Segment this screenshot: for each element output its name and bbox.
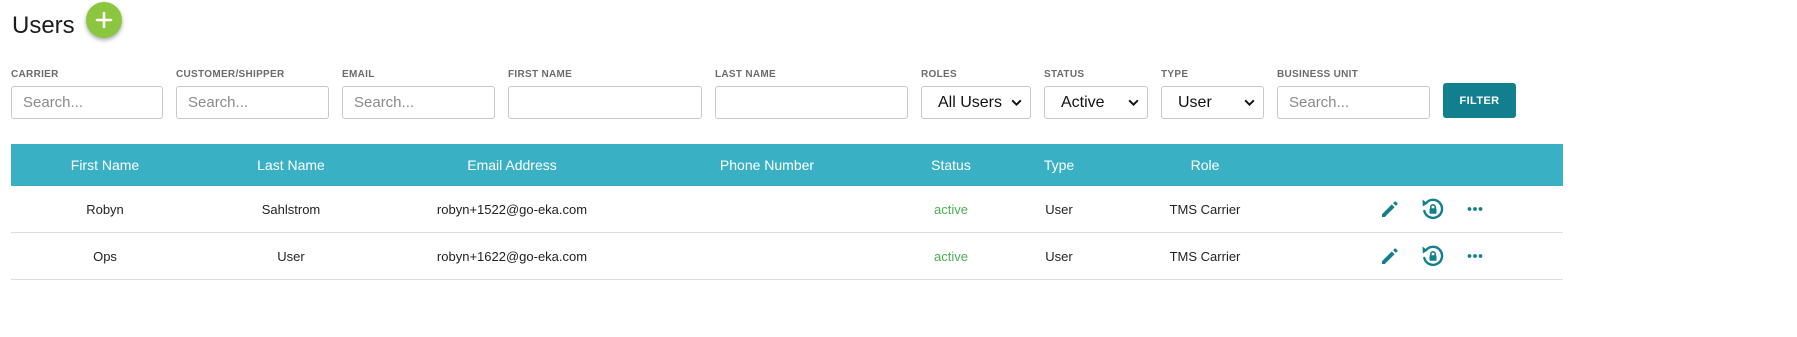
last-name-filter: LAST NAME xyxy=(715,68,908,119)
reset-password-button[interactable] xyxy=(1420,196,1446,222)
roles-label: ROLES xyxy=(921,69,957,80)
edit-button[interactable] xyxy=(1378,244,1402,268)
reset-password-lock-icon xyxy=(1422,245,1444,267)
cell-role: TMS Carrier xyxy=(1169,202,1241,217)
cell-status: active xyxy=(934,249,968,264)
column-header-first-name[interactable]: First Name xyxy=(71,157,139,173)
type-select[interactable]: User xyxy=(1161,86,1264,119)
page-header: Users xyxy=(12,6,75,46)
chevron-down-icon xyxy=(1128,99,1139,107)
table-row[interactable]: Robyn Sahlstrom robyn+1522@go-eka.com ac… xyxy=(11,186,1563,233)
customer-shipper-filter: CUSTOMER/SHIPPER xyxy=(176,68,329,119)
roles-selected-value: All Users xyxy=(938,93,1003,111)
more-actions-button[interactable] xyxy=(1463,197,1487,221)
chevron-down-icon xyxy=(1011,99,1022,107)
users-table: First Name Last Name Email Address Phone… xyxy=(11,144,1563,280)
business-unit-label: BUSINESS UNIT xyxy=(1277,69,1359,80)
business-unit-filter: BUSINESS UNIT xyxy=(1277,68,1430,119)
cell-role: TMS Carrier xyxy=(1169,249,1241,264)
cell-type: User xyxy=(1045,249,1073,264)
business-unit-search-input[interactable] xyxy=(1277,86,1430,119)
customer-shipper-search-input[interactable] xyxy=(176,86,329,119)
more-horizontal-icon xyxy=(1467,254,1483,258)
first-name-label: FIRST NAME xyxy=(508,69,573,80)
last-name-label: LAST NAME xyxy=(715,69,777,80)
filter-bar: CARRIER CUSTOMER/SHIPPER EMAIL FIRST NAM… xyxy=(0,68,1797,128)
column-header-role[interactable]: Role xyxy=(1191,157,1220,173)
add-user-button[interactable] xyxy=(86,2,122,38)
status-select[interactable]: Active xyxy=(1044,86,1148,119)
cell-type: User xyxy=(1045,202,1073,217)
email-label: EMAIL xyxy=(342,69,375,80)
table-row[interactable]: Ops User robyn+1622@go-eka.com active Us… xyxy=(11,233,1563,280)
first-name-input[interactable] xyxy=(508,86,702,119)
more-actions-button[interactable] xyxy=(1463,244,1487,268)
last-name-input[interactable] xyxy=(715,86,908,119)
cell-email: robyn+1522@go-eka.com xyxy=(436,202,588,217)
carrier-label: CARRIER xyxy=(11,69,59,80)
column-header-status[interactable]: Status xyxy=(931,157,971,173)
table-header: First Name Last Name Email Address Phone… xyxy=(11,144,1563,186)
cell-last-name: Sahlstrom xyxy=(261,202,321,217)
reset-password-lock-icon xyxy=(1422,198,1444,220)
chevron-down-icon xyxy=(1244,99,1255,107)
reset-password-button[interactable] xyxy=(1420,243,1446,269)
filter-button[interactable]: FILTER xyxy=(1443,83,1516,118)
email-filter: EMAIL xyxy=(342,68,495,119)
cell-email: robyn+1622@go-eka.com xyxy=(436,249,588,264)
pencil-icon xyxy=(1382,248,1398,264)
carrier-search-input[interactable] xyxy=(11,86,163,119)
cell-first-name: Ops xyxy=(93,249,117,264)
customer-shipper-label: CUSTOMER/SHIPPER xyxy=(176,69,285,80)
type-filter: TYPE User xyxy=(1161,68,1264,119)
email-search-input[interactable] xyxy=(342,86,495,119)
first-name-filter: FIRST NAME xyxy=(508,68,702,119)
carrier-filter: CARRIER xyxy=(11,68,163,119)
cell-status: active xyxy=(934,202,968,217)
roles-filter: ROLES All Users xyxy=(921,68,1031,119)
roles-select[interactable]: All Users xyxy=(921,86,1031,119)
column-header-email[interactable]: Email Address xyxy=(467,157,556,173)
more-horizontal-icon xyxy=(1467,207,1483,211)
plus-icon xyxy=(95,11,113,29)
column-header-last-name[interactable]: Last Name xyxy=(257,157,325,173)
edit-button[interactable] xyxy=(1378,197,1402,221)
status-filter: STATUS Active xyxy=(1044,68,1148,119)
type-selected-value: User xyxy=(1178,93,1212,111)
cell-first-name: Robyn xyxy=(86,202,124,217)
column-header-phone[interactable]: Phone Number xyxy=(720,157,814,173)
status-label: STATUS xyxy=(1044,69,1085,80)
cell-last-name: User xyxy=(277,249,305,264)
status-selected-value: Active xyxy=(1061,93,1105,111)
type-label: TYPE xyxy=(1161,69,1189,80)
page-title: Users xyxy=(12,12,75,39)
column-header-type[interactable]: Type xyxy=(1044,157,1074,173)
pencil-icon xyxy=(1382,201,1398,217)
